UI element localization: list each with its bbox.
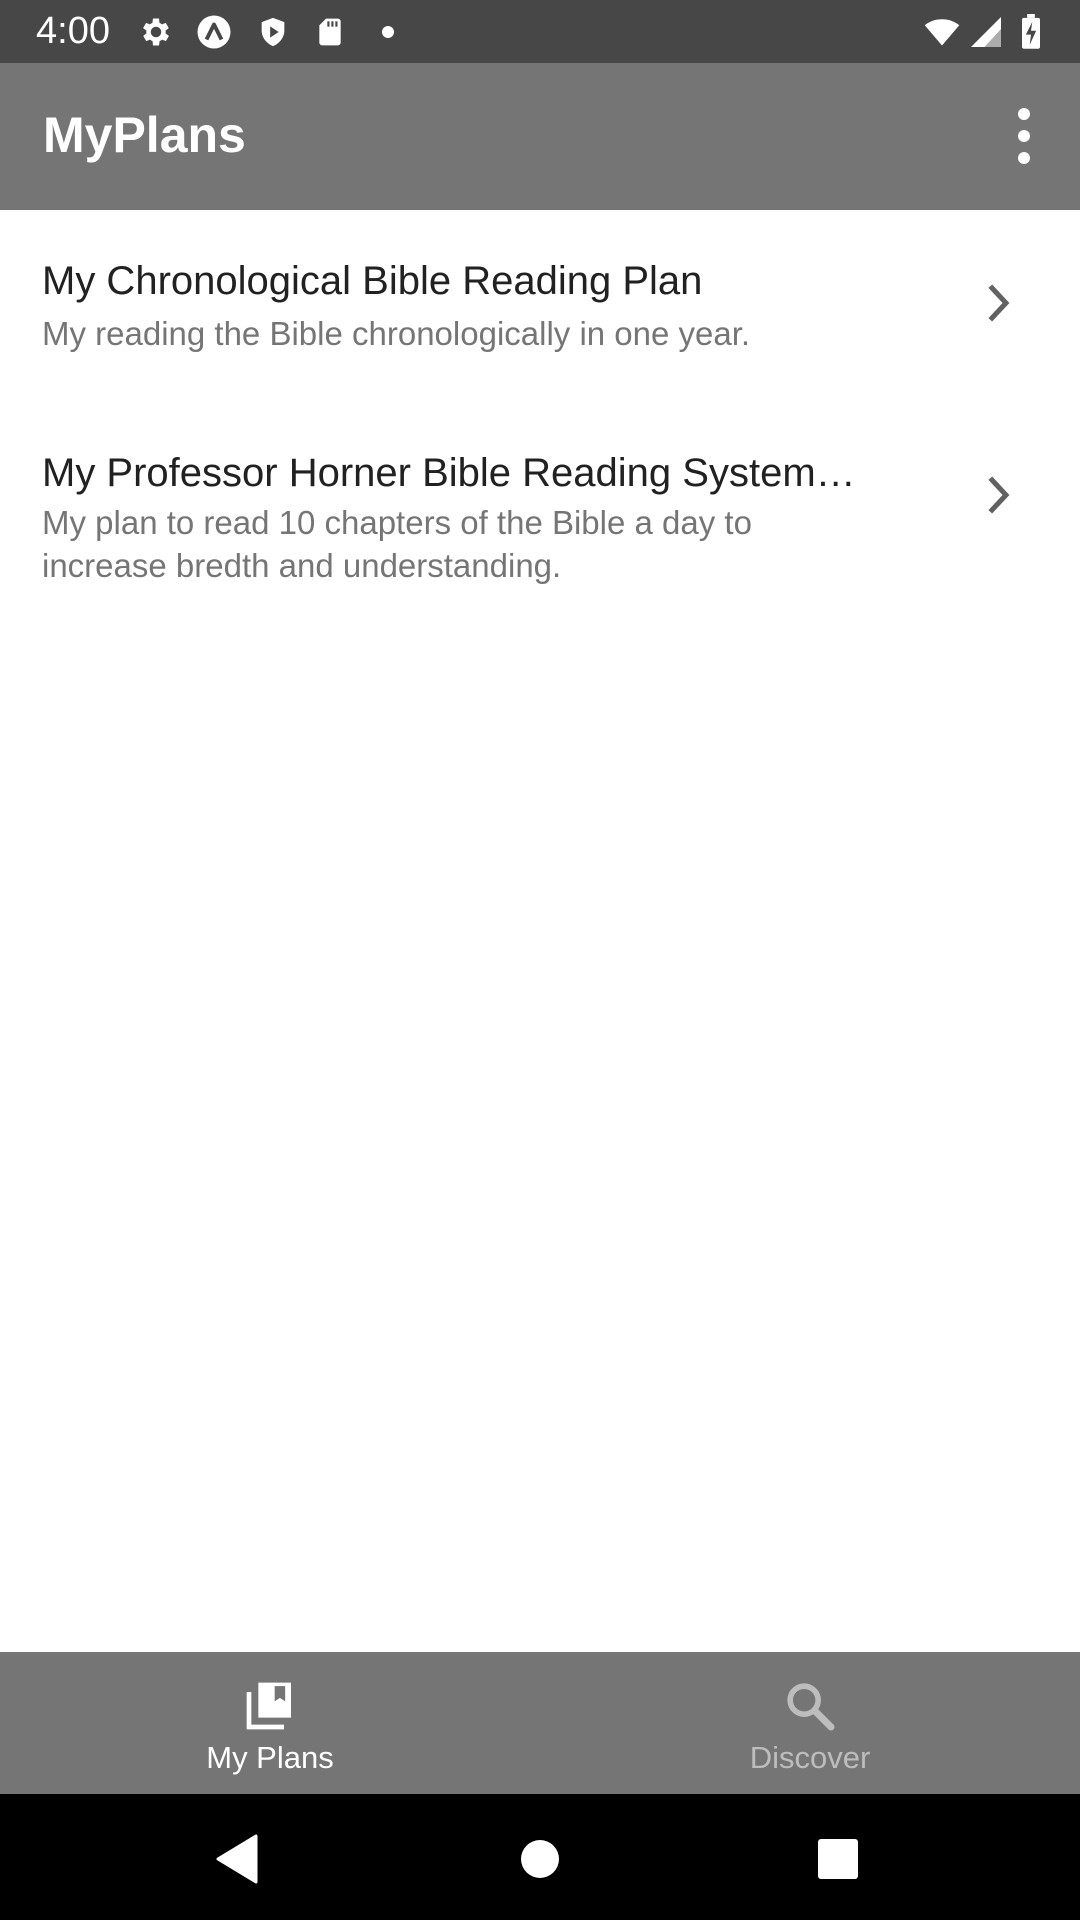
nav-label: My Plans xyxy=(206,1740,334,1775)
library-books-icon xyxy=(246,1682,291,1730)
plan-list-item[interactable]: My Professor Horner Bible Reading System… xyxy=(0,400,1080,640)
plan-description: My plan to read 10 chapters of the Bible… xyxy=(42,504,752,584)
more-vert-icon xyxy=(1018,108,1030,164)
search-icon xyxy=(787,1683,835,1731)
wifi-icon xyxy=(924,19,960,46)
recents-icon[interactable] xyxy=(803,1824,873,1894)
overflow-menu-button[interactable] xyxy=(996,98,1052,174)
nav-label: Discover xyxy=(749,1740,871,1775)
nav-item-my-plans[interactable]: My Plans xyxy=(0,1652,540,1794)
chevron-right-icon xyxy=(988,476,1010,514)
plan-description: My reading the Bible chronologically in … xyxy=(42,315,751,352)
system-navigation-bar xyxy=(0,1794,1080,1920)
plan-title: My Chronological Bible Reading Plan xyxy=(42,259,703,303)
gear-icon xyxy=(143,18,169,46)
app-a-icon xyxy=(197,15,231,49)
home-icon[interactable] xyxy=(505,1824,575,1894)
app-bar: MyPlans xyxy=(0,63,1080,210)
plan-list: My Chronological Bible Reading Plan My r… xyxy=(0,210,1080,640)
page-title: MyPlans xyxy=(43,107,246,163)
plan-title: My Professor Horner Bible Reading System… xyxy=(42,451,856,495)
dot-icon xyxy=(382,26,394,38)
sd-card-icon xyxy=(319,18,341,46)
status-bar: 4:00 xyxy=(0,0,1080,63)
status-time: 4:00 xyxy=(36,10,110,52)
battery-charging-icon xyxy=(1022,14,1040,49)
shield-icon xyxy=(261,17,285,47)
signal-icon xyxy=(971,17,1001,47)
back-icon[interactable] xyxy=(202,1824,272,1894)
bottom-navigation: My Plans Discover xyxy=(0,1652,1080,1794)
nav-item-discover[interactable]: Discover xyxy=(540,1652,1080,1794)
chevron-right-icon xyxy=(988,284,1010,322)
plan-list-item[interactable]: My Chronological Bible Reading Plan My r… xyxy=(0,210,1080,400)
